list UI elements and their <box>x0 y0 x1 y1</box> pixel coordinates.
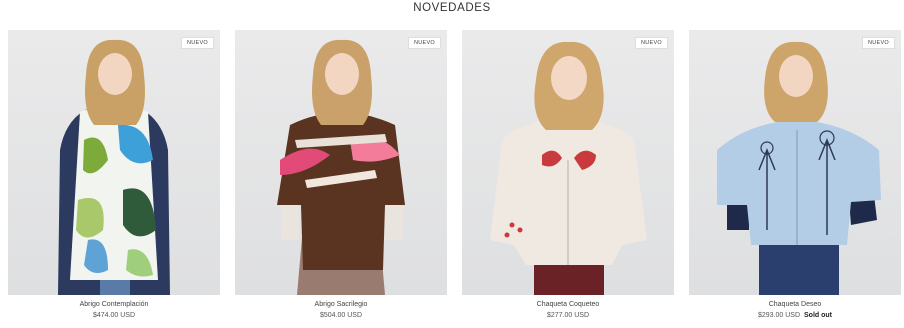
product-name[interactable]: Abrigo Contemplación <box>8 301 220 308</box>
product-name[interactable]: Chaqueta Deseo <box>689 301 901 308</box>
section-title: NOVEDADES <box>413 2 491 14</box>
product-card[interactable]: NUEVO Abrigo Sacrilegio $504.00 USD <box>235 30 447 319</box>
new-badge: NUEVO <box>861 37 895 49</box>
product-image[interactable]: NUEVO <box>8 30 220 295</box>
new-badge: NUEVO <box>407 37 441 49</box>
product-card[interactable]: NUEVO Abrigo Contemplación $474.00 USD <box>8 30 220 319</box>
product-price: $277.00 USD <box>546 312 590 319</box>
product-card[interactable]: NUEVO Chaqueta Deseo $293.00 USD Sold out <box>689 30 901 319</box>
price-row: $277.00 USD <box>462 312 674 319</box>
product-card[interactable]: NUEVO Chaqueta Coqueteo $277.00 USD <box>462 30 674 319</box>
price-row: $474.00 USD <box>8 312 220 319</box>
sold-out-label: Sold out <box>804 312 833 319</box>
product-image[interactable]: NUEVO <box>689 30 901 295</box>
product-price: $293.00 USD <box>757 312 801 319</box>
price-row: $293.00 USD Sold out <box>689 312 901 319</box>
price-row: $504.00 USD <box>235 312 447 319</box>
product-image[interactable]: NUEVO <box>235 30 447 295</box>
new-badge: NUEVO <box>634 37 668 49</box>
product-name[interactable]: Chaqueta Coqueteo <box>462 301 674 308</box>
new-badge: NUEVO <box>180 37 214 49</box>
product-price: $474.00 USD <box>92 312 136 319</box>
product-name[interactable]: Abrigo Sacrilegio <box>235 301 447 308</box>
product-price: $504.00 USD <box>319 312 363 319</box>
product-image[interactable]: NUEVO <box>462 30 674 295</box>
